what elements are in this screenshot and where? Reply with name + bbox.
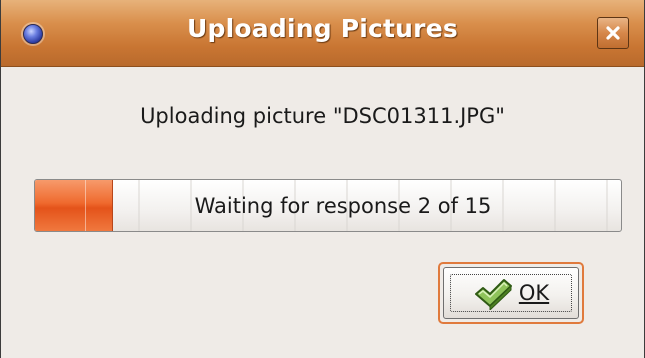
dialog-window: Uploading Pictures Uploading picture "DS…: [0, 0, 645, 358]
ok-button-face[interactable]: OK: [443, 267, 579, 319]
ok-label-text: OK: [518, 281, 550, 305]
close-button[interactable]: [597, 17, 629, 49]
progress-bar: Waiting for response 2 of 15: [34, 179, 622, 232]
title-bar[interactable]: Uploading Pictures: [1, 0, 644, 67]
progress-status-text: Waiting for response 2 of 15: [194, 193, 492, 218]
upload-message: Uploading picture "DSC01311.JPG": [140, 104, 505, 128]
ok-label: OK: [519, 281, 549, 305]
close-icon: [606, 26, 620, 40]
ok-button[interactable]: OK: [438, 262, 584, 324]
window-title: Uploading Pictures: [187, 14, 458, 43]
ok-check-icon: [474, 279, 512, 310]
